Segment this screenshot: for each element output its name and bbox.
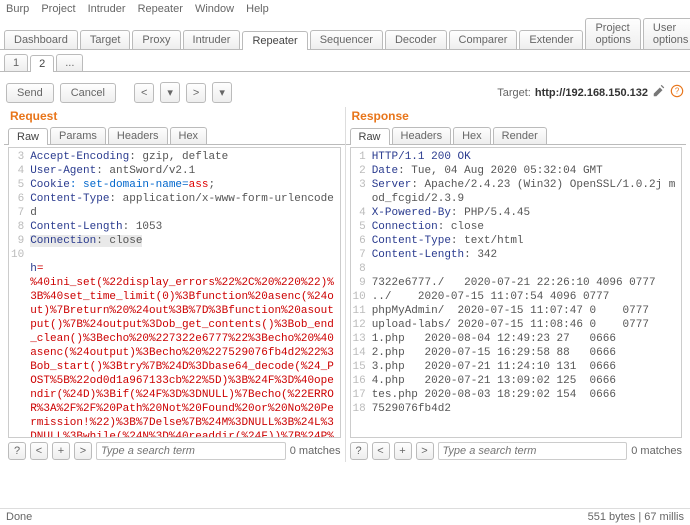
response-search-add-button[interactable]: +: [394, 442, 412, 460]
status-left: Done: [6, 511, 32, 523]
panes: Request Raw Params Headers Hex 3 4 5 6 7…: [0, 107, 690, 462]
menubar: Burp Project Intruder Repeater Window He…: [0, 0, 690, 18]
target-value: http://192.168.150.132: [535, 87, 648, 99]
request-pane: Request Raw Params Headers Hex 3 4 5 6 7…: [4, 107, 346, 462]
tab-decoder[interactable]: Decoder: [385, 30, 447, 49]
tab-target[interactable]: Target: [80, 30, 131, 49]
menu-repeater[interactable]: Repeater: [138, 3, 183, 15]
response-tab-raw[interactable]: Raw: [350, 128, 390, 145]
request-code[interactable]: Accept-Encoding: gzip, deflate User-Agen…: [28, 148, 339, 437]
request-search-row: ? < + > 0 matches: [4, 440, 345, 462]
tab-sequencer[interactable]: Sequencer: [310, 30, 383, 49]
subtab-2[interactable]: 2: [30, 55, 54, 72]
toolbar: Send Cancel < ▾ > ▾ Target: http://192.1…: [0, 78, 690, 107]
send-button[interactable]: Send: [6, 83, 54, 103]
response-title: Response: [346, 107, 687, 127]
request-matches: 0 matches: [290, 445, 341, 457]
request-tab-hex[interactable]: Hex: [170, 127, 208, 144]
menu-window[interactable]: Window: [195, 3, 234, 15]
target-label: Target:: [497, 87, 531, 99]
response-pane: Response Raw Headers Hex Render 1 2 3 4 …: [346, 107, 687, 462]
response-search-help-icon[interactable]: ?: [350, 442, 368, 460]
tab-extender[interactable]: Extender: [519, 30, 583, 49]
subtab-more[interactable]: ...: [56, 54, 83, 71]
tab-repeater[interactable]: Repeater: [242, 31, 307, 50]
status-bar: Done 551 bytes | 67 millis: [0, 508, 690, 525]
subtab-1[interactable]: 1: [4, 54, 28, 71]
menu-intruder[interactable]: Intruder: [88, 3, 126, 15]
request-title: Request: [4, 107, 345, 127]
status-right: 551 bytes | 67 millis: [588, 511, 684, 523]
menu-help[interactable]: Help: [246, 3, 269, 15]
response-tab-render[interactable]: Render: [493, 127, 547, 144]
request-search-add-button[interactable]: +: [52, 442, 70, 460]
response-editor[interactable]: 1 2 3 4 5 6 7 8 9 10 11 12 13 14 15 16 1…: [350, 147, 683, 438]
response-tab-headers[interactable]: Headers: [392, 127, 452, 144]
response-search-prev-button[interactable]: <: [372, 442, 390, 460]
repeater-subtabs: 1 2 ...: [0, 50, 690, 72]
cancel-button[interactable]: Cancel: [60, 83, 116, 103]
response-search-next-button[interactable]: >: [416, 442, 434, 460]
request-search-prev-button[interactable]: <: [30, 442, 48, 460]
response-panel-tabs: Raw Headers Hex Render: [346, 127, 687, 145]
request-search-input[interactable]: [96, 442, 286, 460]
tab-dashboard[interactable]: Dashboard: [4, 30, 78, 49]
request-tab-raw[interactable]: Raw: [8, 128, 48, 145]
tab-proxy[interactable]: Proxy: [132, 30, 180, 49]
request-editor[interactable]: 3 4 5 6 7 8 9 10 Accept-Encoding: gzip, …: [8, 147, 341, 438]
menu-burp[interactable]: Burp: [6, 3, 29, 15]
tab-project-options[interactable]: Project options: [585, 18, 640, 49]
pencil-icon[interactable]: [652, 84, 666, 101]
history-next-button[interactable]: >: [186, 83, 206, 103]
svg-text:?: ?: [675, 87, 680, 96]
response-gutter: 1 2 3 4 5 6 7 8 9 10 11 12 13 14 15 16 1…: [351, 148, 370, 437]
response-matches: 0 matches: [631, 445, 682, 457]
response-search-row: ? < + > 0 matches: [346, 440, 687, 462]
target-row: Target: http://192.168.150.132 ?: [497, 84, 684, 101]
tab-user-options[interactable]: User options: [643, 18, 690, 49]
request-search-help-icon[interactable]: ?: [8, 442, 26, 460]
request-tab-params[interactable]: Params: [50, 127, 106, 144]
request-search-next-button[interactable]: >: [74, 442, 92, 460]
top-tabs: Dashboard Target Proxy Intruder Repeater…: [0, 18, 690, 50]
request-tab-headers[interactable]: Headers: [108, 127, 168, 144]
tab-comparer[interactable]: Comparer: [449, 30, 518, 49]
menu-project[interactable]: Project: [41, 3, 75, 15]
prev-dropdown[interactable]: ▾: [160, 82, 180, 103]
history-prev-button[interactable]: <: [134, 83, 154, 103]
request-gutter: 3 4 5 6 7 8 9 10: [9, 148, 28, 437]
request-panel-tabs: Raw Params Headers Hex: [4, 127, 345, 145]
next-dropdown[interactable]: ▾: [212, 82, 232, 103]
response-code[interactable]: HTTP/1.1 200 OK Date: Tue, 04 Aug 2020 0…: [370, 148, 681, 437]
tab-intruder[interactable]: Intruder: [183, 30, 241, 49]
response-search-input[interactable]: [438, 442, 628, 460]
help-icon[interactable]: ?: [670, 84, 684, 101]
response-tab-hex[interactable]: Hex: [453, 127, 491, 144]
